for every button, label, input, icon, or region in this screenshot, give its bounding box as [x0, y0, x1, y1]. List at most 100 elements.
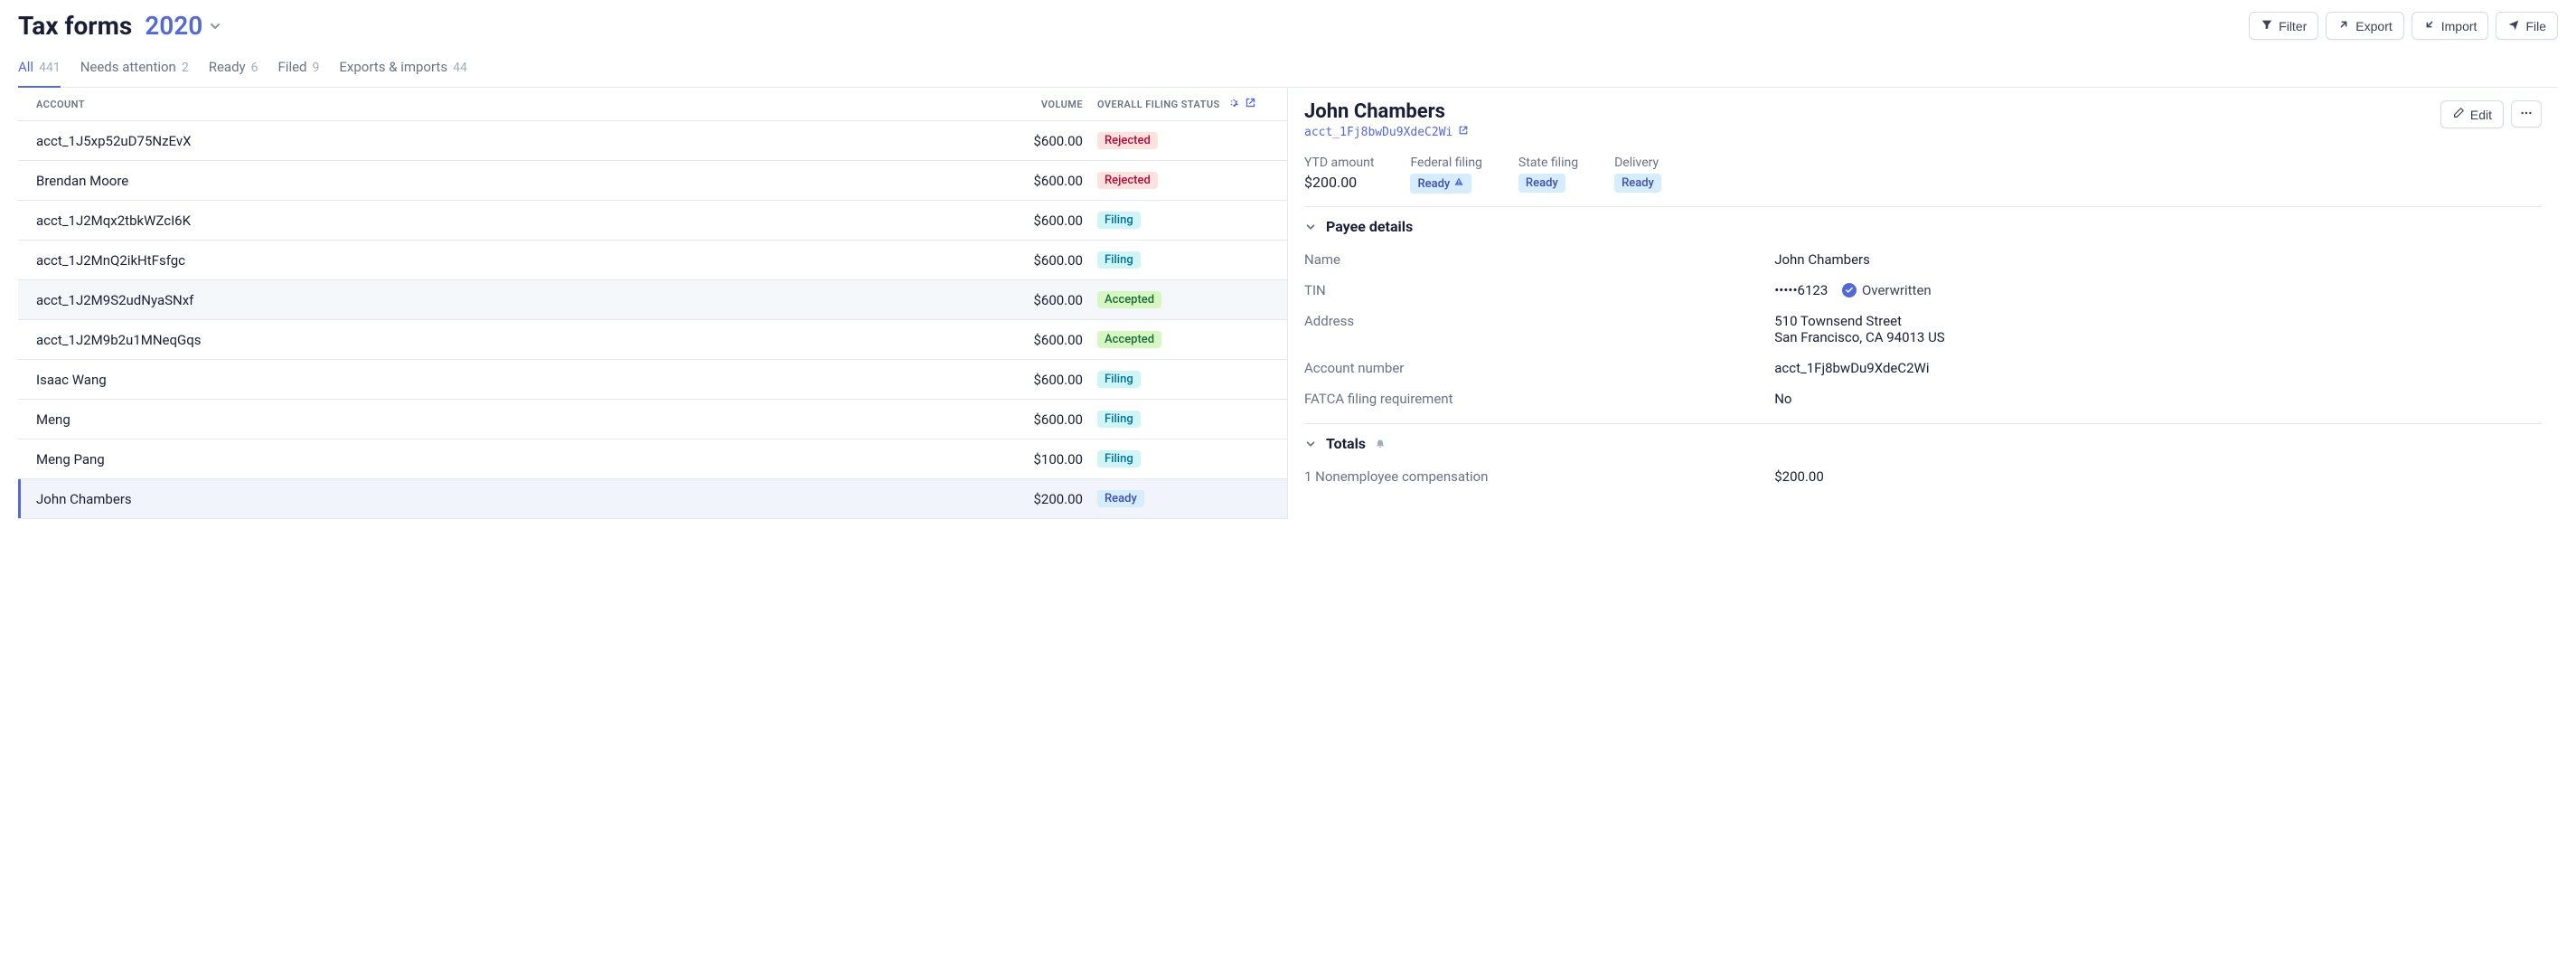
row-status: Filing: [1097, 212, 1269, 229]
table-row[interactable]: acct_1J2Mqx2tbkWZcI6K$600.00Filing: [18, 201, 1287, 241]
filter-label: Filter: [2279, 19, 2307, 33]
totals-nec-value: $200.00: [1774, 468, 2542, 485]
edit-button[interactable]: Edit: [2440, 100, 2504, 128]
external-link-icon[interactable]: [1245, 97, 1256, 111]
tab-exports-imports[interactable]: Exports & imports44: [339, 52, 466, 88]
state-filing-label: State filing: [1518, 156, 1578, 170]
file-label: File: [2525, 19, 2546, 33]
row-volume: $600.00: [998, 213, 1097, 229]
status-badge: Ready: [1097, 490, 1144, 507]
chevron-down-icon: [208, 19, 222, 33]
row-status: Rejected: [1097, 132, 1269, 149]
column-account[interactable]: Account: [36, 99, 998, 110]
payee-details-section-header[interactable]: Payee details: [1304, 206, 2542, 244]
tab-needs-attention[interactable]: Needs attention 2: [80, 52, 189, 88]
row-status: Filing: [1097, 411, 1269, 428]
tab-count: 44: [453, 61, 467, 75]
import-button[interactable]: Import: [2411, 12, 2489, 40]
totals-section-header[interactable]: Totals: [1304, 423, 2542, 461]
detail-account-id: acct_1Fj8bwDu9XdeC2Wi: [1304, 126, 1453, 139]
table-row[interactable]: acct_1J2MnQ2ikHtFsfgc$600.00Filing: [18, 241, 1287, 280]
dots-horizontal-icon: [2520, 107, 2533, 122]
status-badge: Filing: [1097, 450, 1141, 468]
row-account: acct_1J2Mqx2tbkWZcI6K: [36, 213, 998, 229]
row-account: acct_1J2M9S2udNyaSNxf: [36, 292, 998, 308]
status-badge: Filing: [1097, 212, 1141, 229]
state-filing-value: Ready: [1526, 176, 1558, 190]
tab-count: 2: [182, 61, 189, 75]
column-volume[interactable]: Volume: [998, 99, 1097, 110]
more-button[interactable]: [2511, 100, 2542, 128]
year-value: 2020: [145, 11, 202, 41]
table-row[interactable]: Meng Pang$100.00Filing: [18, 439, 1287, 479]
column-status[interactable]: Overall filing status: [1097, 99, 1220, 110]
detail-account-link[interactable]: acct_1Fj8bwDu9XdeC2Wi: [1304, 125, 1469, 139]
federal-filing-badge: Ready: [1410, 174, 1471, 194]
row-status: Filing: [1097, 450, 1269, 468]
row-volume: $600.00: [998, 292, 1097, 308]
row-volume: $100.00: [998, 451, 1097, 468]
row-status: Rejected: [1097, 172, 1269, 189]
row-status: Filing: [1097, 371, 1269, 388]
edit-label: Edit: [2470, 108, 2492, 122]
table-row[interactable]: acct_1J2M9S2udNyaSNxf$600.00Accepted: [18, 280, 1287, 320]
row-account: acct_1J2MnQ2ikHtFsfgc: [36, 252, 998, 269]
payee-tin-value: •••••6123: [1774, 282, 1828, 298]
table-row[interactable]: Isaac Wang$600.00Filing: [18, 360, 1287, 400]
pencil-icon: [2452, 107, 2465, 122]
totals-nec-label: 1 Nonemployee compensation: [1304, 468, 1774, 485]
row-account: Isaac Wang: [36, 372, 998, 388]
tab-ready[interactable]: Ready6: [209, 52, 259, 88]
row-volume: $600.00: [998, 252, 1097, 269]
tab-count: 6: [251, 61, 259, 75]
payee-name-value: John Chambers: [1774, 251, 2542, 268]
status-badge: Accepted: [1097, 331, 1161, 348]
row-volume: $600.00: [998, 173, 1097, 189]
status-badge: Rejected: [1097, 172, 1158, 189]
warning-icon: [1453, 176, 1464, 191]
row-account: acct_1J2M9b2u1MNeqGqs: [36, 332, 998, 348]
filter-button[interactable]: Filter: [2249, 12, 2318, 40]
payee-account-number-label: Account number: [1304, 360, 1774, 376]
status-badge: Rejected: [1097, 132, 1158, 149]
row-volume: $600.00: [998, 411, 1097, 428]
payee-address-line2: San Francisco, CA 94013 US: [1774, 329, 2542, 345]
gear-icon[interactable]: [1227, 97, 1239, 111]
file-button[interactable]: File: [2496, 12, 2558, 40]
tin-overwritten-text: Overwritten: [1862, 282, 1932, 298]
tab-count: 9: [313, 61, 320, 75]
row-volume: $600.00: [998, 372, 1097, 388]
row-status: Filing: [1097, 251, 1269, 269]
payee-tin-label: TIN: [1304, 282, 1774, 298]
year-picker[interactable]: 2020: [145, 11, 222, 41]
table-row[interactable]: Brendan Moore$600.00Rejected: [18, 161, 1287, 201]
chevron-down-icon: [1304, 221, 1317, 233]
tab-filed[interactable]: Filed9: [278, 52, 320, 88]
tab-all[interactable]: All441: [18, 52, 61, 88]
arrow-up-right-icon: [2337, 18, 2350, 33]
arrow-down-left-icon: [2423, 18, 2436, 33]
ytd-value: $200.00: [1304, 174, 1374, 191]
table-row[interactable]: acct_1J5xp52uD75NzEvX$600.00Rejected: [18, 121, 1287, 161]
row-status: Ready: [1097, 490, 1269, 507]
chevron-down-icon: [1304, 438, 1317, 450]
check-circle-icon: [1842, 283, 1857, 298]
row-volume: $200.00: [998, 491, 1097, 507]
table-row[interactable]: John Chambers$200.00Ready: [18, 479, 1287, 519]
federal-filing-value: Ready: [1417, 177, 1450, 191]
table-row[interactable]: acct_1J2M9b2u1MNeqGqs$600.00Accepted: [18, 320, 1287, 360]
filter-icon: [2261, 18, 2273, 33]
external-link-icon: [1458, 125, 1469, 139]
ytd-label: YTD amount: [1304, 156, 1374, 170]
delivery-label: Delivery: [1614, 156, 1661, 170]
detail-title: John Chambers: [1304, 100, 1469, 123]
export-button[interactable]: Export: [2326, 12, 2403, 40]
tab-label: Needs attention: [80, 59, 176, 75]
row-account: Meng Pang: [36, 451, 998, 468]
row-volume: $600.00: [998, 332, 1097, 348]
bell-icon: [1375, 439, 1386, 449]
row-volume: $600.00: [998, 133, 1097, 149]
import-label: Import: [2441, 19, 2477, 33]
table-row[interactable]: Meng$600.00Filing: [18, 400, 1287, 439]
row-account: Meng: [36, 411, 998, 428]
